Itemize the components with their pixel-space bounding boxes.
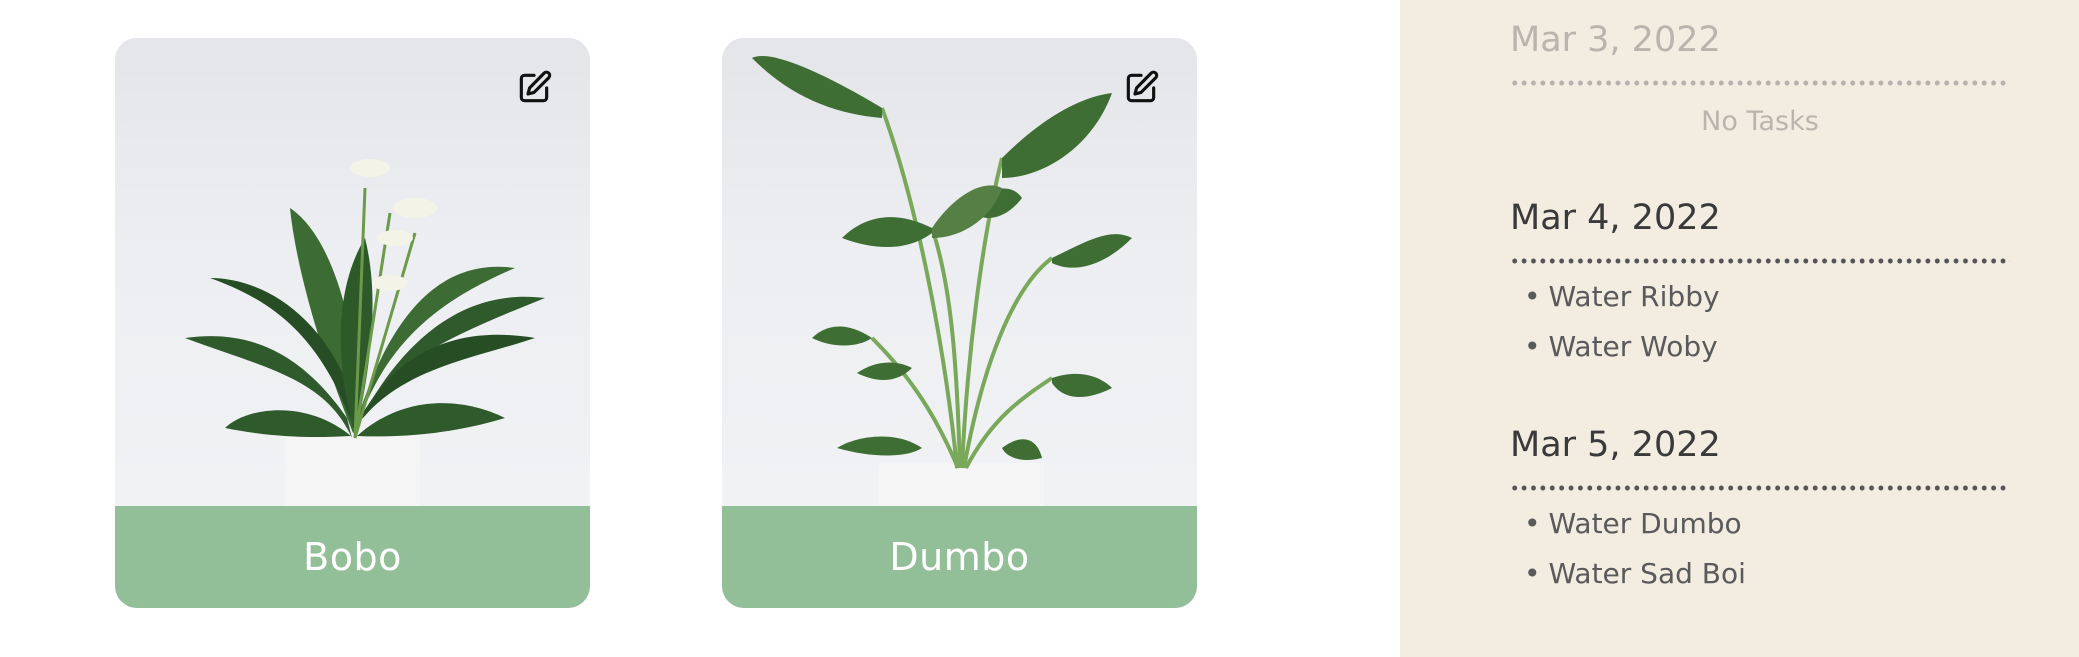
task-item[interactable]: • Water Woby bbox=[1510, 330, 2010, 364]
task-label: Water Sad Boi bbox=[1548, 557, 1746, 590]
plant-gallery: Bobo Dumbo bbox=[0, 0, 1400, 657]
no-tasks-message: No Tasks bbox=[1701, 106, 1819, 137]
day-date: Mar 4, 2022 bbox=[1510, 198, 1721, 238]
dotted-divider bbox=[1510, 485, 2010, 491]
task-label: Water Dumbo bbox=[1548, 507, 1742, 540]
task-label: Water Ribby bbox=[1548, 280, 1720, 313]
bullet: • bbox=[1524, 557, 1541, 590]
bullet: • bbox=[1524, 330, 1541, 363]
edit-icon[interactable] bbox=[1119, 66, 1163, 110]
task-item[interactable]: • Water Ribby bbox=[1510, 280, 2010, 314]
dotted-divider bbox=[1510, 258, 2010, 264]
schedule-day: Mar 3, 2022 No Tasks bbox=[1510, 23, 2010, 137]
plant-name: Bobo bbox=[115, 506, 590, 608]
schedule-day: Mar 4, 2022 • Water Ribby • Water Woby bbox=[1510, 201, 2010, 364]
dotted-divider bbox=[1510, 80, 2010, 86]
plant-card[interactable]: Bobo bbox=[115, 38, 590, 608]
plant-name: Dumbo bbox=[722, 506, 1197, 608]
day-date: Mar 3, 2022 bbox=[1510, 20, 1721, 60]
task-label: Water Woby bbox=[1548, 330, 1718, 363]
bullet: • bbox=[1524, 507, 1541, 540]
task-schedule: Mar 3, 2022 No Tasks Mar 4, 2022 • Water … bbox=[1400, 0, 2079, 657]
task-item[interactable]: • Water Dumbo bbox=[1510, 507, 2010, 541]
task-item[interactable]: • Water Sad Boi bbox=[1510, 557, 2010, 591]
plant-card[interactable]: Dumbo bbox=[722, 38, 1197, 608]
edit-icon[interactable] bbox=[512, 66, 556, 110]
bullet: • bbox=[1524, 280, 1541, 313]
day-date: Mar 5, 2022 bbox=[1510, 425, 1721, 465]
schedule-day: Mar 5, 2022 • Water Dumbo • Water Sad Boi bbox=[1510, 428, 2010, 591]
